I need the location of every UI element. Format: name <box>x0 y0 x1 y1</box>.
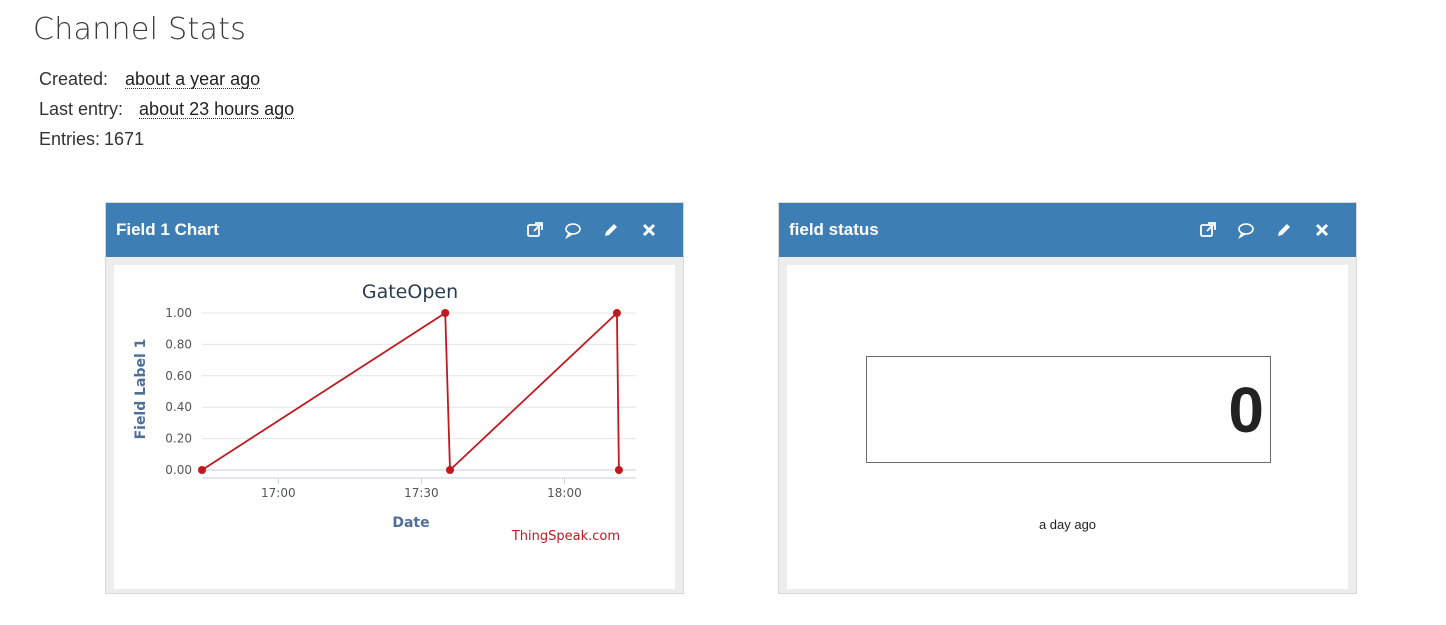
close-icon[interactable] <box>639 220 659 240</box>
chart-title: GateOpen <box>362 281 458 303</box>
last-entry-value: about 23 hours ago <box>139 99 295 119</box>
page-title: Channel Stats <box>33 12 247 47</box>
data-point[interactable] <box>612 309 621 317</box>
series-line <box>201 310 620 473</box>
y-tick-label: 0.20 <box>165 432 192 446</box>
close-icon[interactable] <box>1312 220 1332 240</box>
widget-title: field status <box>789 220 879 239</box>
y-tick-label: 0.40 <box>165 400 192 414</box>
stat-entries: Entries: 1671 <box>39 124 294 154</box>
y-tick-label: 1.00 <box>165 306 192 320</box>
comment-icon[interactable] <box>563 220 583 240</box>
x-tick-label: 17:00 <box>261 486 296 500</box>
last-entry-label: Last entry: <box>39 99 124 119</box>
stat-created: Created: about a year ago <box>39 64 294 94</box>
created-label: Created: <box>39 69 109 89</box>
chart-body: GateOpen 0.00 0.20 0.40 0.60 0.80 1.00 17:00 1… <box>114 265 675 589</box>
status-body: 0 a day ago <box>787 265 1348 589</box>
y-axis-ticks: 0.00 0.20 0.40 0.60 0.80 1.00 <box>165 306 192 477</box>
external-link-icon[interactable] <box>1198 220 1218 240</box>
stat-last-entry: Last entry: about 23 hours ago <box>39 94 295 124</box>
y-tick-label: 0.00 <box>165 463 192 477</box>
y-tick-label: 0.60 <box>165 369 192 383</box>
field-status-widget: field status 0 a day ago <box>778 202 1357 594</box>
line-chart: GateOpen 0.000.200.400.600.801.00 17:00 1… <box>133 281 636 544</box>
y-tick-label: 0.80 <box>165 337 192 351</box>
data-point[interactable] <box>441 309 450 317</box>
widget-header: Field 1 Chart <box>106 203 683 257</box>
status-timestamp: a day ago <box>1038 517 1097 532</box>
channel-stats: Created: about a year ago Last entry: abou… <box>39 64 295 154</box>
x-tick-label: 17:30 <box>404 486 439 500</box>
data-point[interactable] <box>446 466 454 474</box>
x-axis-ticks: 17:00 17:30 18:00 <box>261 478 582 500</box>
external-link-icon[interactable] <box>525 220 545 240</box>
pencil-icon[interactable] <box>601 220 621 240</box>
entries-value: 1671 <box>104 129 145 149</box>
x-tick-label: 18:00 <box>547 486 582 500</box>
pencil-icon[interactable] <box>1274 220 1294 240</box>
x-axis-title: Date <box>392 515 429 531</box>
widget-title: Field 1 Chart <box>116 220 219 239</box>
created-value: about a year ago <box>125 69 261 89</box>
y-axis-title: Field Label 1 <box>133 339 149 440</box>
chart-grid <box>202 312 636 479</box>
widget-header: field status <box>779 203 1356 257</box>
chart-credit[interactable]: ThingSpeak.com <box>511 529 620 544</box>
comment-icon[interactable] <box>1236 220 1256 240</box>
widget-tools <box>1198 220 1332 240</box>
data-point[interactable] <box>198 466 206 474</box>
chart-series <box>198 309 623 474</box>
data-point[interactable] <box>614 466 623 474</box>
entries-label: Entries: <box>39 129 101 149</box>
field-1-chart-widget: Field 1 Chart GateOpen 0.00 0.20 0.40 0.60 0… <box>105 202 684 594</box>
status-value: 0 <box>1228 374 1264 446</box>
status-display: 0 <box>866 356 1271 463</box>
widget-tools <box>525 220 659 240</box>
